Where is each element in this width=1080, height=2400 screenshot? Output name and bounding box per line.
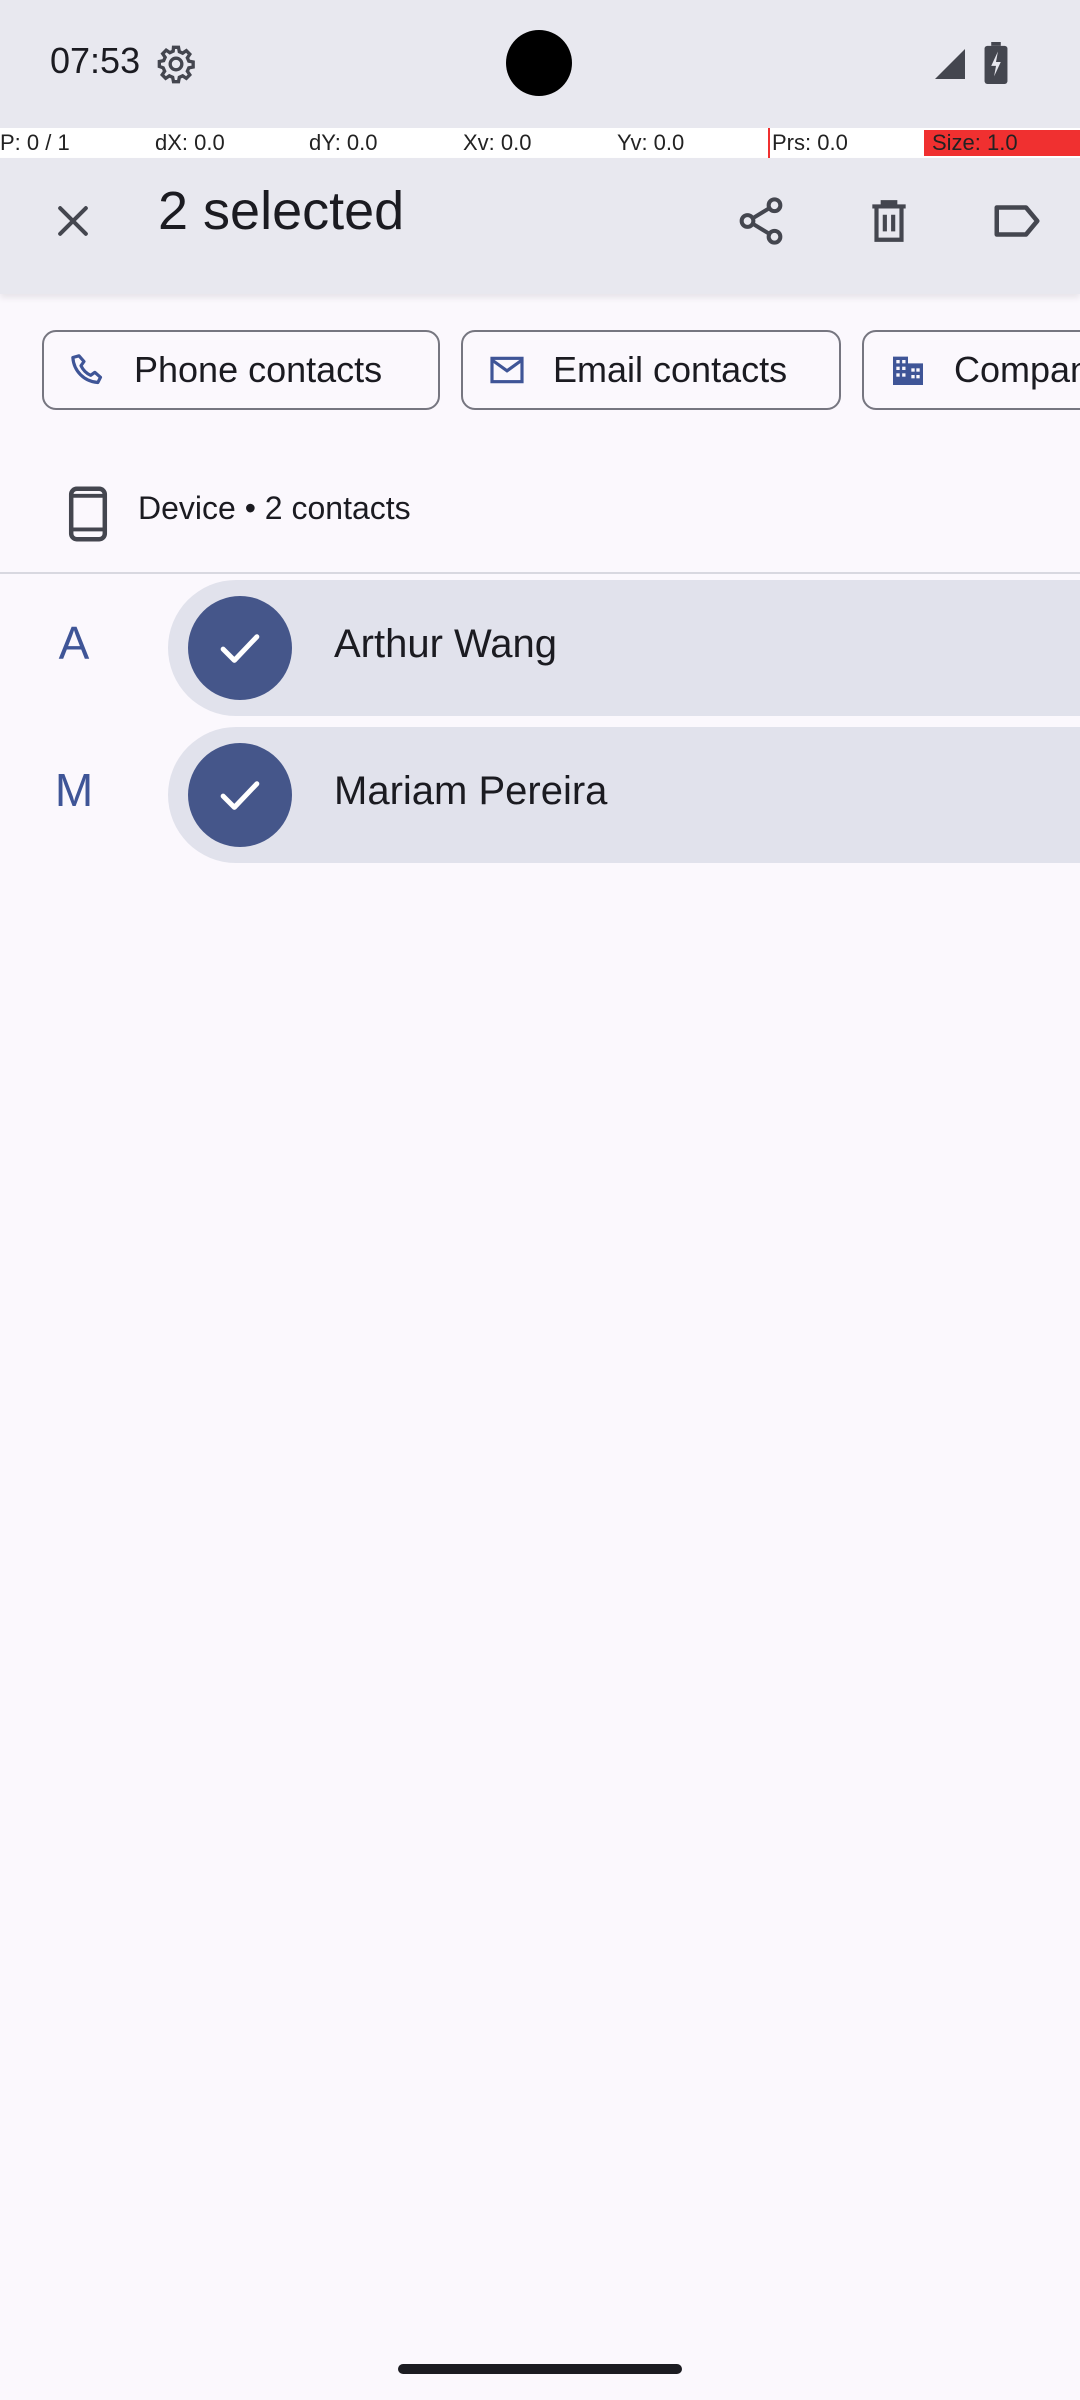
filter-chip-company[interactable]: Company	[862, 330, 1080, 410]
debug-xv: Xv: 0.0	[463, 130, 532, 155]
contact-row-arthur-wang[interactable]: Arthur Wang	[168, 580, 1080, 716]
gesture-nav-handle[interactable]	[398, 2364, 682, 2374]
share-icon	[739, 197, 783, 245]
phone-icon	[66, 348, 110, 392]
debug-dx: dX: 0.0	[155, 130, 225, 155]
debug-pointer: P: 0 / 1	[0, 130, 70, 155]
selection-action-bar: 2 selected	[0, 158, 1080, 294]
pointer-debug-overlay: P: 0 / 1 dX: 0.0 dY: 0.0 Xv: 0.0 Yv: 0.0…	[0, 128, 1080, 158]
status-bar: 07:53	[0, 0, 1080, 128]
contact-name: Arthur Wang	[334, 622, 558, 666]
email-icon	[485, 348, 529, 392]
selected-avatar[interactable]	[188, 596, 292, 700]
chip-label: Email contacts	[553, 349, 788, 390]
share-button[interactable]	[722, 182, 800, 260]
debug-divider	[768, 128, 770, 158]
debug-dy: dY: 0.0	[309, 130, 378, 155]
contact-name: Mariam Pereira	[334, 769, 608, 813]
account-header: Device • 2 contacts	[0, 460, 1080, 570]
company-icon	[886, 348, 930, 392]
close-selection-button[interactable]	[40, 188, 106, 254]
debug-size: Size: 1.0	[924, 130, 1080, 156]
filter-chip-email-contacts[interactable]: Email contacts	[461, 330, 841, 410]
debug-yv: Yv: 0.0	[617, 130, 685, 155]
delete-icon	[872, 200, 906, 242]
device-phone-icon	[68, 486, 108, 542]
debug-prs: Prs: 0.0	[772, 130, 848, 155]
status-time: 07:53	[50, 40, 141, 81]
chip-label: Company	[954, 349, 1080, 390]
contact-row-mariam-pereira[interactable]: Mariam Pereira	[168, 727, 1080, 863]
check-icon	[220, 781, 260, 810]
filter-chip-phone-contacts[interactable]: Phone contacts	[42, 330, 440, 410]
account-label: Device • 2 contacts	[138, 490, 411, 526]
gear-icon	[156, 44, 196, 84]
selected-avatar[interactable]	[188, 743, 292, 847]
label-icon	[994, 205, 1040, 237]
close-icon	[58, 206, 88, 236]
check-icon	[220, 634, 260, 663]
section-letter: A	[58, 617, 90, 669]
page-title: 2 selected	[158, 181, 405, 241]
battery-charging-icon	[984, 42, 1008, 84]
camera-cutout	[506, 30, 572, 96]
delete-button[interactable]	[850, 182, 928, 260]
contacts-screen: 07:53 P: 0 / 1 dX: 0.0 dY: 0.0 Xv: 0.0 Y…	[0, 0, 1080, 2400]
add-label-button[interactable]	[978, 182, 1056, 260]
signal-icon	[932, 46, 968, 82]
section-letter: M	[54, 764, 94, 816]
chip-label: Phone contacts	[134, 349, 383, 390]
divider	[0, 572, 1080, 574]
